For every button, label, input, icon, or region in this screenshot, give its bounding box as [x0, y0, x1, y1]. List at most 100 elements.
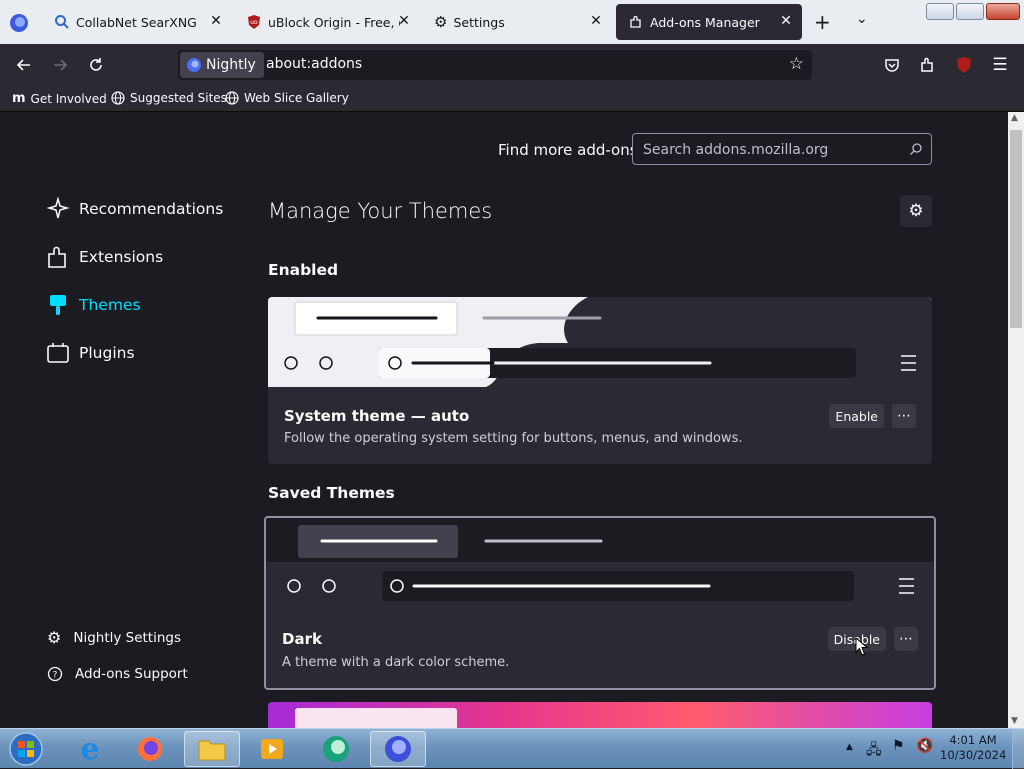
- show-desktop-button[interactable]: [1012, 729, 1024, 769]
- volume-muted-icon[interactable]: 🔇: [916, 738, 933, 754]
- close-icon[interactable]: ✕: [588, 13, 604, 29]
- taskbar-firefox[interactable]: [122, 731, 178, 767]
- nightly-logo-icon: [187, 58, 201, 72]
- taskbar-app[interactable]: [308, 731, 364, 767]
- chevron-down-icon[interactable]: ⌄: [856, 11, 868, 27]
- more-options-button[interactable]: ⋯: [894, 627, 918, 651]
- theme-card-dark[interactable]: Dark A theme with a dark color scheme. D…: [264, 516, 936, 690]
- system-clock[interactable]: 4:01 AM 10/30/2024: [940, 733, 1006, 763]
- addons-search[interactable]: [632, 133, 932, 165]
- addons-page: Find more add-ons Recommendations Extens…: [0, 112, 1008, 728]
- bookmark-label: Get Involved: [30, 91, 107, 106]
- mozilla-icon: m: [12, 91, 26, 106]
- scroll-down-icon[interactable]: ▼: [1011, 716, 1018, 726]
- identity-label: Nightly: [206, 57, 256, 73]
- enabled-section-title: Enabled: [268, 261, 339, 279]
- star-icon[interactable]: ☆: [789, 54, 804, 74]
- minimize-button[interactable]: [926, 3, 954, 20]
- flag-icon[interactable]: ⚑: [892, 738, 905, 754]
- theme-card-colorful-preview[interactable]: [268, 702, 932, 728]
- svg-text:uo: uo: [250, 19, 258, 26]
- tab-label: CollabNet SearXNG: [76, 14, 197, 30]
- category-label: Plugins: [79, 344, 135, 362]
- taskbar-file-explorer[interactable]: [184, 731, 240, 767]
- media-player-icon: [261, 739, 283, 759]
- taskbar-media-player[interactable]: [244, 731, 300, 767]
- footer-label: Nightly Settings: [73, 629, 182, 646]
- ellipsis-icon: ⋯: [899, 631, 913, 647]
- tools-gear-button[interactable]: ⚙: [900, 195, 932, 227]
- close-icon[interactable]: ✕: [208, 13, 224, 29]
- ublock-toolbar-button[interactable]: [953, 54, 975, 76]
- windows-taskbar: e ▲ 🖧 ⚑ 🔇 4:01 AM 10/30/2024: [0, 728, 1024, 769]
- theme-card-system[interactable]: System theme — auto Follow the operating…: [268, 297, 932, 464]
- reload-button[interactable]: [85, 54, 107, 76]
- tab-searxng[interactable]: CollabNet SearXNG ✕: [42, 4, 232, 40]
- category-extensions[interactable]: Extensions: [46, 243, 163, 271]
- scroll-thumb[interactable]: [1010, 130, 1022, 328]
- sparkle-icon: [46, 197, 70, 221]
- gear-icon: ⚙: [434, 13, 448, 31]
- window-close-button[interactable]: [986, 3, 1020, 20]
- bookmark-web-slice-gallery[interactable]: Web Slice Gallery: [225, 91, 349, 105]
- tab-settings[interactable]: ⚙ Settings ✕: [422, 4, 612, 40]
- close-icon[interactable]: ✕: [778, 13, 794, 29]
- addons-search-input[interactable]: [641, 140, 901, 160]
- pocket-button[interactable]: [881, 54, 903, 76]
- bookmarks-toolbar: m Get Involved Suggested Sites Web Slice…: [0, 86, 1024, 112]
- category-recommendations[interactable]: Recommendations: [46, 195, 223, 223]
- maximize-button[interactable]: [956, 3, 984, 20]
- clock-time: 4:01 AM: [949, 733, 997, 747]
- identity-box[interactable]: Nightly: [180, 52, 264, 78]
- tab-label: uBlock Origin - Free, open-source: [268, 14, 400, 30]
- tab-addons-manager[interactable]: Add-ons Manager ✕: [616, 4, 802, 40]
- nightly-settings-link[interactable]: ⚙ Nightly Settings: [47, 628, 181, 647]
- theme-description: A theme with a dark color scheme.: [282, 655, 510, 670]
- globe-icon: [225, 91, 239, 105]
- nightly-logo-icon: [385, 736, 411, 762]
- page-scrollbar[interactable]: ▲ ▼: [1008, 112, 1024, 728]
- internet-explorer-icon: e: [80, 731, 100, 767]
- new-tab-button[interactable]: +: [814, 10, 831, 34]
- bookmark-suggested-sites[interactable]: Suggested Sites: [111, 91, 227, 105]
- extensions-button[interactable]: [917, 54, 939, 76]
- nightly-logo-icon[interactable]: [8, 12, 30, 34]
- ublock-icon: [957, 57, 971, 73]
- category-label: Recommendations: [79, 200, 224, 218]
- category-label: Extensions: [79, 248, 164, 266]
- network-icon[interactable]: 🖧: [866, 739, 882, 763]
- show-hidden-icons-button[interactable]: ▲: [846, 742, 853, 752]
- page-title: Manage Your Themes: [268, 199, 493, 223]
- addons-support-link[interactable]: ? Add-ons Support: [47, 666, 188, 682]
- url-text[interactable]: about:addons: [266, 56, 362, 72]
- theme-preview-dark: [266, 518, 934, 610]
- navigation-toolbar: Nightly about:addons ☆ ☰: [0, 44, 1024, 86]
- taskbar-firefox-nightly[interactable]: [370, 731, 426, 767]
- tab-ublock[interactable]: uo uBlock Origin - Free, open-source ✕: [234, 4, 420, 40]
- back-button[interactable]: [13, 54, 35, 76]
- brush-icon: [46, 293, 70, 317]
- more-options-button[interactable]: ⋯: [892, 404, 916, 428]
- menu-button[interactable]: ☰: [989, 54, 1011, 76]
- app-globe-icon: [323, 736, 349, 762]
- scroll-up-icon[interactable]: ▲: [1011, 113, 1018, 123]
- category-label: Themes: [79, 296, 141, 314]
- footer-label: Add-ons Support: [75, 666, 188, 682]
- svg-text:?: ?: [53, 671, 58, 681]
- enable-button[interactable]: Enable: [829, 404, 884, 428]
- url-bar[interactable]: Nightly about:addons ☆: [178, 50, 812, 80]
- bookmark-get-involved[interactable]: m Get Involved: [12, 91, 107, 106]
- tab-label: Settings: [453, 14, 505, 30]
- tab-label: Add-ons Manager: [650, 14, 760, 30]
- gear-icon: ⚙: [908, 201, 924, 221]
- close-icon[interactable]: ✕: [396, 13, 412, 29]
- forward-button[interactable]: [49, 54, 71, 76]
- category-plugins[interactable]: Plugins: [46, 339, 135, 367]
- taskbar-internet-explorer[interactable]: e: [62, 731, 118, 767]
- category-themes[interactable]: Themes: [46, 291, 141, 319]
- saved-themes-section-title: Saved Themes: [268, 484, 395, 502]
- clock-date: 10/30/2024: [940, 748, 1007, 762]
- puzzle-icon: [46, 245, 70, 269]
- find-more-label: Find more add-ons: [498, 141, 638, 159]
- start-button[interactable]: [0, 731, 52, 767]
